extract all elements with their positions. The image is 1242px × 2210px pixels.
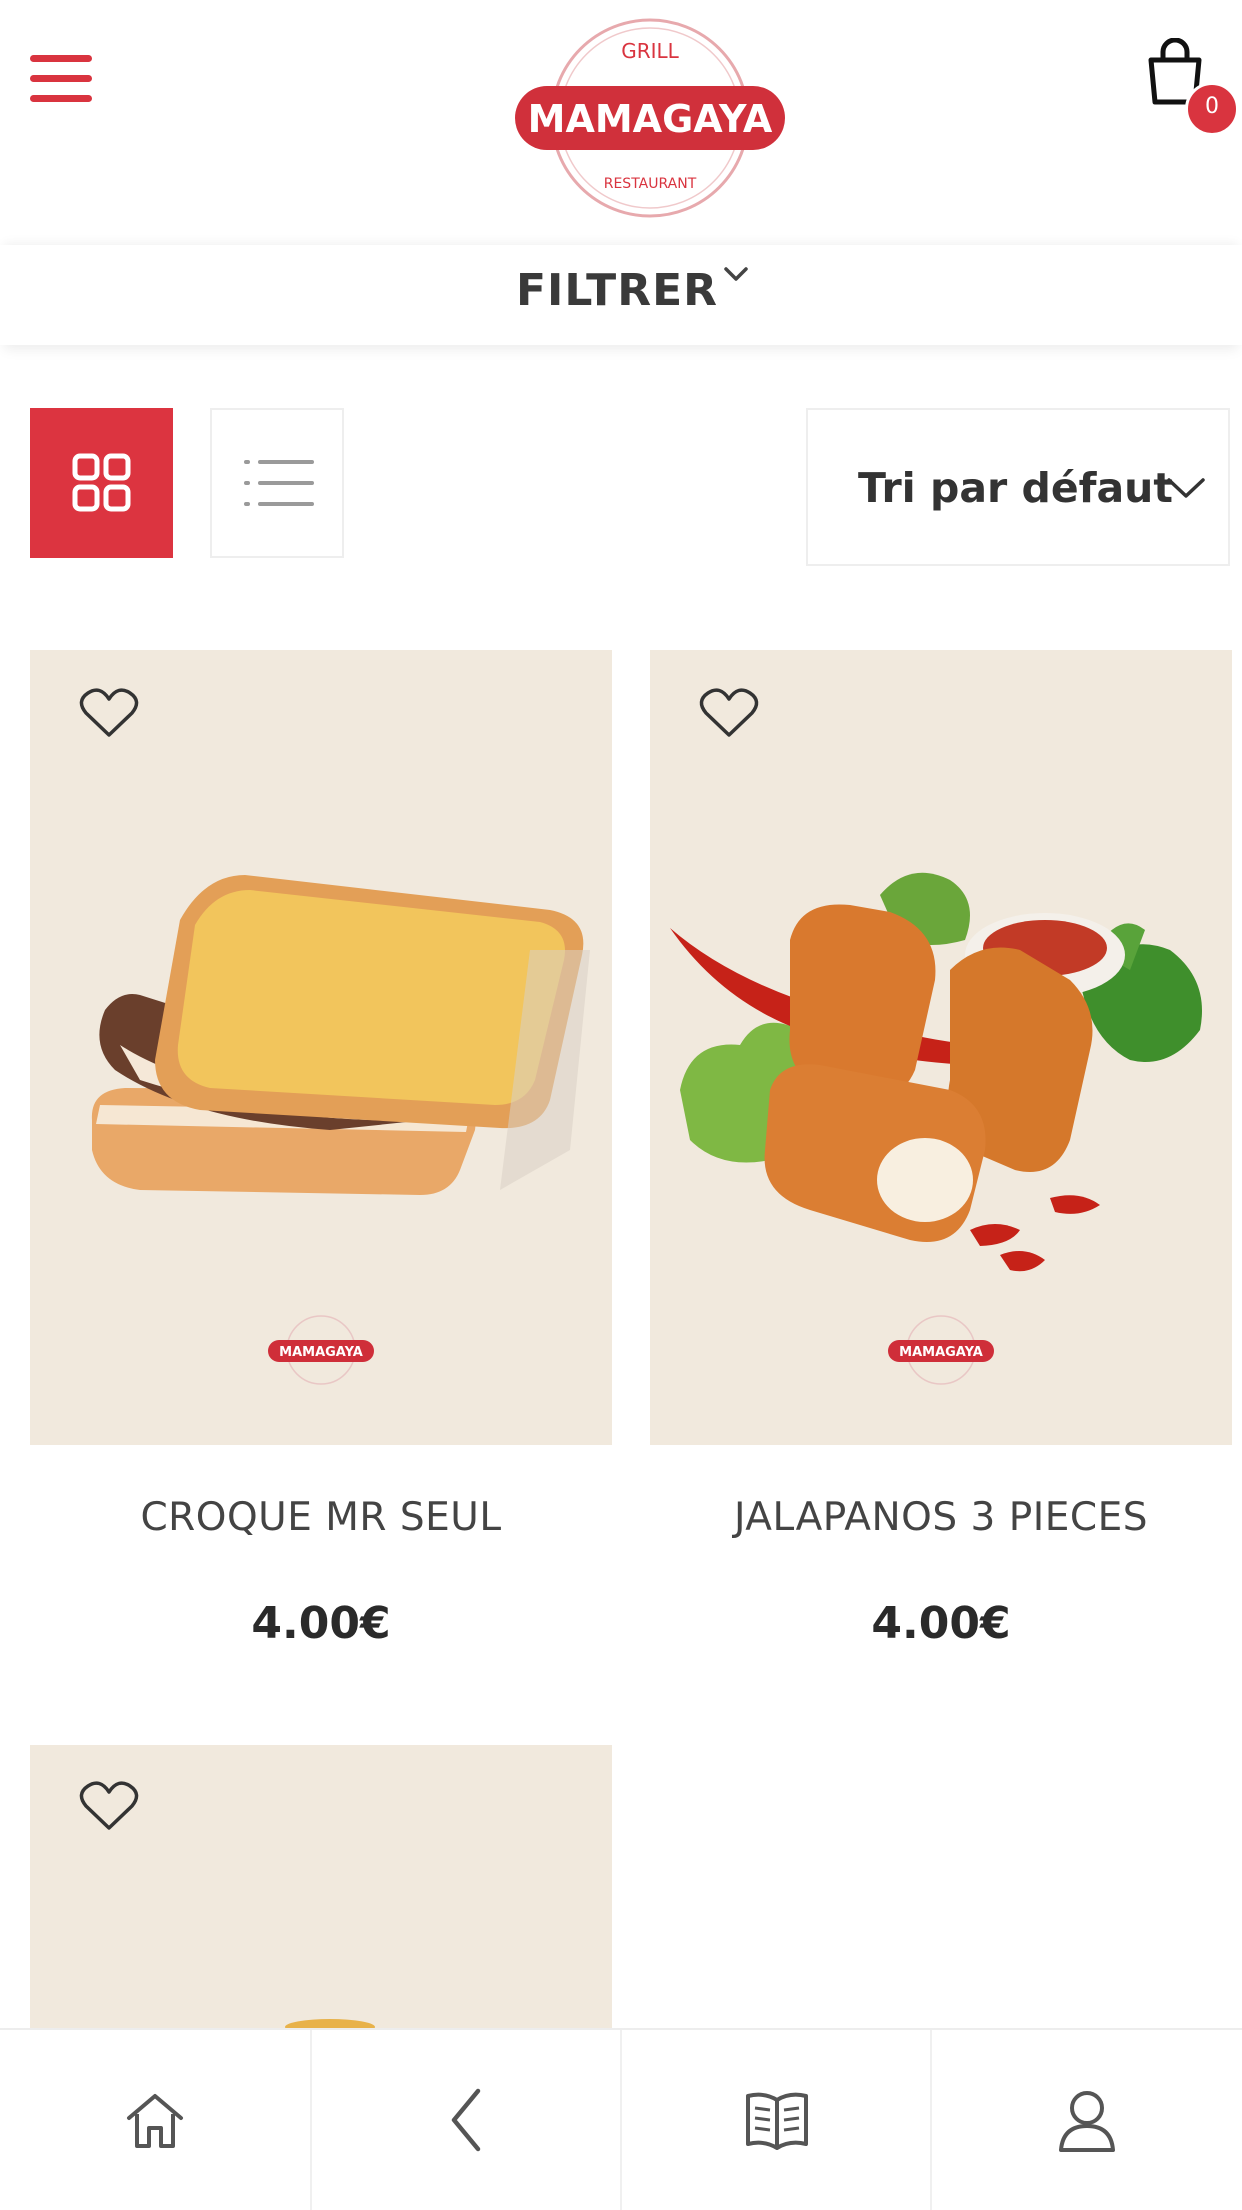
logo-bottom-text: RESTAURANT bbox=[604, 176, 697, 192]
heart-icon[interactable] bbox=[78, 685, 140, 741]
grid-view-button[interactable] bbox=[30, 408, 173, 558]
brand-watermark-logo: MAMAGAYA bbox=[268, 1315, 374, 1385]
logo-top-text: GRILL bbox=[621, 39, 679, 63]
heart-icon[interactable] bbox=[698, 685, 760, 741]
heart-icon[interactable] bbox=[78, 1778, 140, 1834]
nav-menu[interactable] bbox=[620, 2030, 932, 2210]
list-view-icon bbox=[244, 460, 314, 506]
nav-account[interactable] bbox=[930, 2030, 1242, 2210]
app-header: GRILL MAMAGAYA RESTAURANT 0 bbox=[0, 0, 1242, 240]
bottom-navigation bbox=[0, 2028, 1242, 2210]
product-name[interactable]: JALAPANOS 3 PIECES bbox=[650, 1495, 1232, 1540]
chevron-down-icon[interactable] bbox=[716, 255, 756, 295]
product-price: 4.00€ bbox=[871, 1598, 1011, 1649]
product-price: 4.00€ bbox=[251, 1598, 391, 1649]
sort-select-label: Tri par défaut bbox=[858, 464, 1173, 512]
home-icon bbox=[127, 2094, 183, 2148]
cart-button[interactable]: 0 bbox=[1145, 37, 1239, 138]
brand-watermark-logo: MAMAGAYA bbox=[888, 1315, 994, 1385]
filter-toggle[interactable]: FILTRER bbox=[516, 245, 718, 345]
watermark-text: MAMAGAYA bbox=[279, 1345, 363, 1360]
list-view-button[interactable] bbox=[210, 408, 344, 558]
watermark-text: MAMAGAYA bbox=[899, 1345, 983, 1360]
cart-count-badge: 0 bbox=[1185, 82, 1239, 136]
book-icon bbox=[746, 2092, 808, 2150]
nav-home[interactable] bbox=[0, 2030, 310, 2210]
product-name[interactable]: CROQUE MR SEUL bbox=[30, 1495, 612, 1540]
sort-select[interactable]: Tri par défaut bbox=[806, 408, 1230, 566]
brand-logo[interactable]: GRILL MAMAGAYA RESTAURANT bbox=[505, 8, 795, 223]
grid-view-icon bbox=[72, 453, 131, 512]
nav-back[interactable] bbox=[310, 2030, 622, 2210]
user-icon bbox=[1059, 2091, 1115, 2152]
chevron-down-icon bbox=[1167, 478, 1205, 498]
chevron-left-icon bbox=[451, 2088, 481, 2152]
product-image-croque[interactable]: MAMAGAYA bbox=[30, 650, 612, 1445]
product-image-jalapanos[interactable]: MAMAGAYA bbox=[650, 650, 1232, 1445]
logo-main-text: MAMAGAYA bbox=[528, 97, 773, 141]
hamburger-icon[interactable] bbox=[30, 55, 92, 105]
